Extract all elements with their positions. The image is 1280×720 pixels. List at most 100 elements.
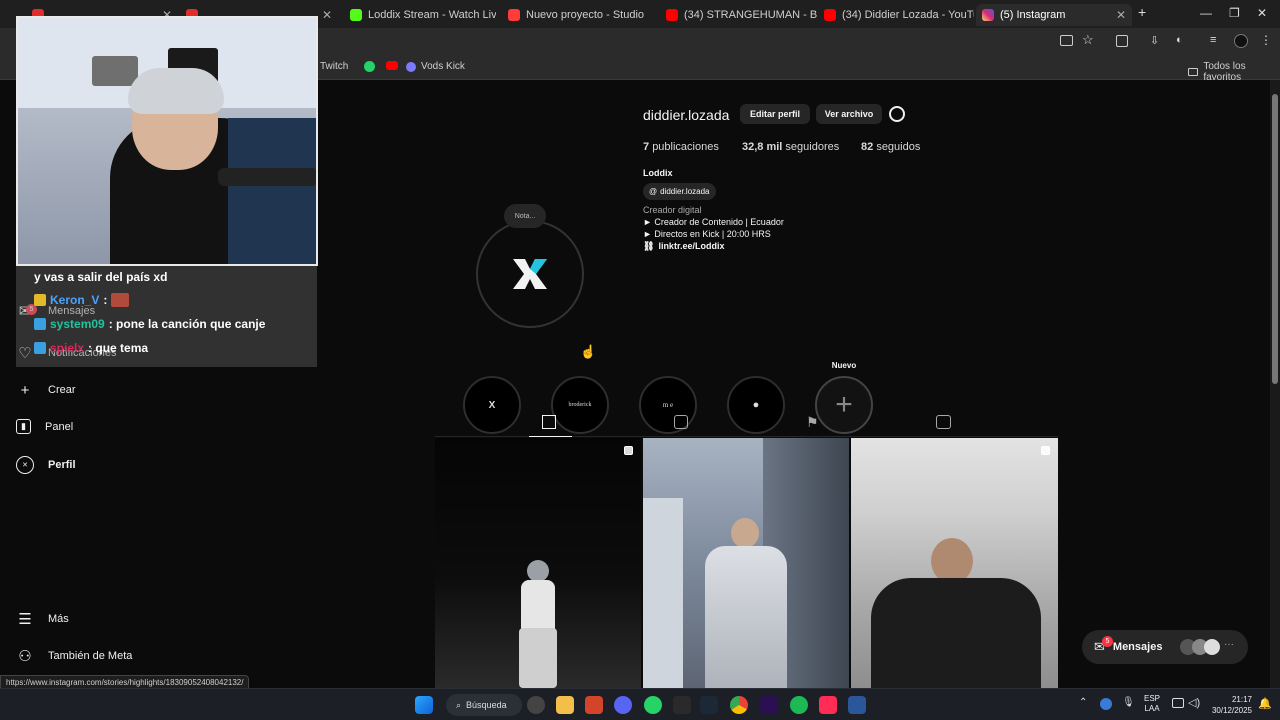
grid-icon[interactable] <box>542 415 556 429</box>
file-explorer-icon[interactable] <box>556 696 574 714</box>
post-thumbnail[interactable] <box>851 438 1058 688</box>
chat-overlay: y vas a salir del país xd Keron_V: syste… <box>16 266 317 367</box>
whatsapp-icon[interactable] <box>644 696 662 714</box>
plus-icon: + <box>20 381 30 399</box>
network-icon[interactable] <box>1172 698 1184 708</box>
bookmark-twitch[interactable]: Twitch <box>320 61 348 72</box>
windows-start-icon[interactable] <box>415 696 433 714</box>
person-jacket <box>705 546 787 688</box>
tagged-icon[interactable] <box>936 415 951 429</box>
kebab-menu-icon[interactable]: ⋮ <box>1260 33 1272 47</box>
downloads-icon[interactable]: ⇩ <box>1150 34 1159 47</box>
notification-bell-icon[interactable]: 🔔 <box>1258 697 1272 710</box>
threads-icon: @ <box>649 187 658 196</box>
bookmark-whatsapp[interactable] <box>364 61 375 72</box>
post-thumbnail[interactable] <box>643 438 849 688</box>
youtube-icon <box>386 61 398 70</box>
edit-profile-button[interactable]: Editar perfil <box>740 104 810 124</box>
new-tab-icon[interactable]: + <box>1138 4 1146 20</box>
media-icon[interactable]: ≡ <box>1210 34 1216 46</box>
followers-stat[interactable]: 32,8 mil seguidores <box>742 141 839 153</box>
streamer-hair <box>128 68 224 114</box>
meta-icon: ⚇ <box>18 648 32 665</box>
close-tab-icon[interactable]: ✕ <box>322 8 332 22</box>
profile-switch-icon[interactable]: ◐ <box>1176 34 1183 46</box>
profile-name: Loddix <box>643 168 673 178</box>
taskbar-search[interactable]: ⌕ Búsqueda <box>446 694 522 716</box>
highlight-story[interactable]: broderick <box>551 376 609 434</box>
sidebar-item-tambien-de-meta[interactable]: ⚇ También de Meta <box>16 647 132 665</box>
threads-badge[interactable]: @ diddier.lozada <box>643 183 716 200</box>
discord-icon[interactable] <box>614 696 632 714</box>
person-head <box>527 560 549 582</box>
reels-icon[interactable] <box>674 415 688 429</box>
page-scrollbar[interactable] <box>1270 80 1280 688</box>
person-hoodie <box>871 578 1041 688</box>
view-archive-button[interactable]: Ver archivo <box>816 104 882 124</box>
steam-icon[interactable] <box>700 696 718 714</box>
highlight-story[interactable]: ● <box>727 376 785 434</box>
extensions-icon[interactable] <box>1116 35 1128 47</box>
browser-tab[interactable]: Nuevo proyecto - Studio◉✕ <box>502 4 658 26</box>
sidebar-item-mas[interactable]: ☰ Más <box>16 610 69 628</box>
folder-icon <box>1188 68 1199 76</box>
epic-games-icon[interactable] <box>673 696 691 714</box>
close-window-icon[interactable]: ✕ <box>1257 6 1267 20</box>
browser-tab[interactable]: Loddix Stream - Watch Live on✕ <box>344 4 496 26</box>
tray-app-icon[interactable] <box>1100 698 1112 710</box>
note-bubble[interactable]: Nota... <box>504 204 546 228</box>
tiktok-icon[interactable] <box>819 696 837 714</box>
minimize-icon[interactable]: — <box>1200 6 1212 20</box>
app-icon[interactable] <box>527 696 545 714</box>
avatar-icon: ✕ <box>16 456 34 474</box>
browser-tab-active[interactable]: (5) Instagram ✕ <box>976 4 1132 26</box>
windows-taskbar: ⌕ Búsqueda ⌃ 🎙 ESP LAA ◁) 21:17 30/12/202… <box>0 688 1280 720</box>
highlight-story[interactable]: X <box>463 376 521 434</box>
chrome-icon[interactable] <box>730 696 748 714</box>
post-thumbnail[interactable] <box>435 438 641 688</box>
sidebar-item-perfil[interactable]: ✕ Perfil <box>16 456 76 474</box>
chevron-up-icon[interactable]: ⌃ <box>1079 697 1087 708</box>
premiere-icon[interactable] <box>760 696 778 714</box>
bookmark-vods-kick[interactable]: Vods Kick <box>406 61 465 72</box>
settings-gear-icon[interactable] <box>889 106 905 122</box>
loddix-logo-icon <box>513 259 547 289</box>
scrollbar-thumb[interactable] <box>1272 94 1278 384</box>
saved-icon[interactable]: ⚑ <box>806 414 819 431</box>
spotify-icon[interactable] <box>790 696 808 714</box>
new-highlight-button[interactable]: + <box>815 376 873 434</box>
close-tab-icon[interactable]: ✕ <box>1116 8 1126 22</box>
instagram-favicon-icon <box>982 9 994 21</box>
profile-avatar[interactable] <box>476 220 584 328</box>
tab-favicon-icon <box>508 9 520 21</box>
bookmark-youtube[interactable] <box>386 61 398 70</box>
bio-line: ► Creador de Contenido | Ecuador <box>643 217 784 227</box>
sidebar-item-crear[interactable]: + Crear <box>16 381 76 399</box>
chat-message: y vas a salir del país xd <box>34 270 168 284</box>
search-icon: ⌕ <box>456 699 462 710</box>
word-icon[interactable] <box>848 696 866 714</box>
browser-tab[interactable]: (34) STRANGEHUMAN - BETTY✕ <box>660 4 818 26</box>
chat-message: spielx: que tema <box>34 341 148 355</box>
chat-message: Keron_V: <box>34 293 130 307</box>
app-icon[interactable] <box>585 696 603 714</box>
clock[interactable]: 21:17 30/12/2025 <box>1208 694 1252 716</box>
language-indicator[interactable]: ESP LAA <box>1144 694 1160 714</box>
volume-icon[interactable]: ◁) <box>1188 696 1200 709</box>
tab-favicon-icon <box>666 9 678 21</box>
restore-icon[interactable]: ❐ <box>1229 6 1240 20</box>
highlight-story[interactable]: m e <box>639 376 697 434</box>
tab-favicon-icon <box>350 9 362 21</box>
whatsapp-icon <box>364 61 375 72</box>
sidebar-item-panel[interactable]: ▮ Panel <box>16 419 73 434</box>
messages-badge: 5 <box>1102 636 1113 647</box>
microphone-icon[interactable]: 🎙 <box>1122 697 1135 708</box>
profile-link[interactable]: ⛓ linktr.ee/Loddix <box>643 241 724 252</box>
cast-icon[interactable] <box>1060 35 1073 46</box>
shelf-item <box>92 56 138 86</box>
hand-cursor-icon: ☝ <box>580 344 597 359</box>
following-stat[interactable]: 82 seguidos <box>861 141 920 153</box>
account-avatar-icon[interactable] <box>1234 34 1248 48</box>
bookmark-star-icon[interactable]: ☆ <box>1082 32 1094 48</box>
browser-tab[interactable]: (34) Diddier Lozada - YouTube✕ <box>818 4 974 26</box>
